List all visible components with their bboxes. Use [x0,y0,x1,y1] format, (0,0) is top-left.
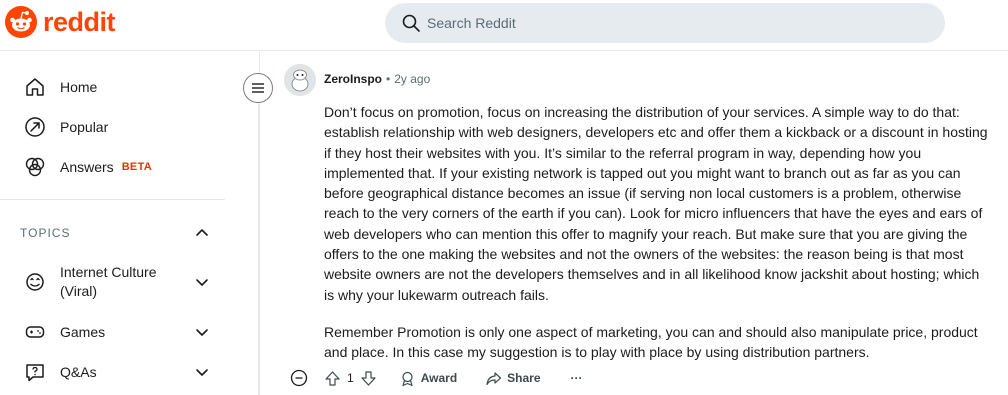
sidebar-divider [0,199,225,200]
search-icon [402,14,420,32]
share-label: Share [507,371,541,385]
comment-paragraph: Remember Promotion is only one aspect of… [324,323,978,361]
award-icon [402,371,413,386]
sidebar-item-popular[interactable]: Popular [24,115,108,139]
beta-badge: BETA [121,161,153,173]
topic-item-games[interactable]: Games [24,321,210,343]
sidebar-item-label: Answers [60,159,114,175]
chevron-down-icon[interactable] [194,274,210,290]
gamepad-icon [25,326,45,338]
chevron-down-icon[interactable] [194,364,210,380]
share-button[interactable]: Share [485,370,541,387]
search-bar[interactable] [385,3,945,43]
comment-time: 2y ago [394,72,431,86]
qa-icon [26,364,44,382]
smiley-icon [26,273,44,291]
top-header: reddit [0,0,1008,51]
share-icon [486,371,502,385]
popular-icon [25,117,45,137]
comment-actions: 1 Award Share ··· [290,366,583,390]
vote-count: 1 [347,371,354,385]
chevron-down-icon[interactable] [194,324,210,340]
meta-separator: • [386,72,391,86]
search-input[interactable] [427,15,907,31]
logo-wordmark: reddit [43,6,116,37]
home-icon [26,78,44,96]
topic-item-internet-culture[interactable]: Internet Culture (Viral) [24,263,210,301]
topics-header[interactable]: TOPICS [20,225,210,241]
answers-icon [25,157,45,177]
award-label: Award [420,371,458,385]
more-options-button[interactable]: ··· [571,371,583,385]
sidebar-item-home[interactable]: Home [24,75,97,99]
topics-label: TOPICS [20,226,71,240]
comment-author[interactable]: ZeroInspo [324,72,382,86]
reddit-logo[interactable]: reddit [5,6,116,38]
snoo-avatar-icon [284,64,316,96]
comment-meta: ZeroInspo • 2y ago [324,72,430,86]
left-sidebar: Home Popular Answers BETA TOPICS Interne [0,52,260,395]
thread-menu-button[interactable] [243,73,273,103]
sidebar-item-answers[interactable]: Answers BETA [24,155,152,179]
vote-group: 1 [324,370,377,387]
topic-label: Internet Culture (Viral) [60,264,157,299]
reddit-snoo-icon [5,6,37,38]
topic-label: Q&As [60,363,97,380]
hamburger-icon [252,83,264,93]
sidebar-item-label: Popular [60,119,109,135]
award-button[interactable]: Award [399,370,457,387]
avatar[interactable] [284,64,316,96]
topic-item-qas[interactable]: Q&As [24,361,210,383]
downvote-icon[interactable] [360,370,377,387]
thread-line [258,100,259,395]
collapse-minus-icon[interactable] [290,369,308,387]
sidebar-item-label: Home [60,79,98,95]
upvote-icon[interactable] [324,370,341,387]
comment-paragraph: Don’t focus on promotion, focus on incre… [324,104,988,303]
topic-label: Games [60,323,106,340]
chevron-up-icon[interactable] [194,225,210,241]
comment-body: Don’t focus on promotion, focus on incre… [324,102,989,363]
